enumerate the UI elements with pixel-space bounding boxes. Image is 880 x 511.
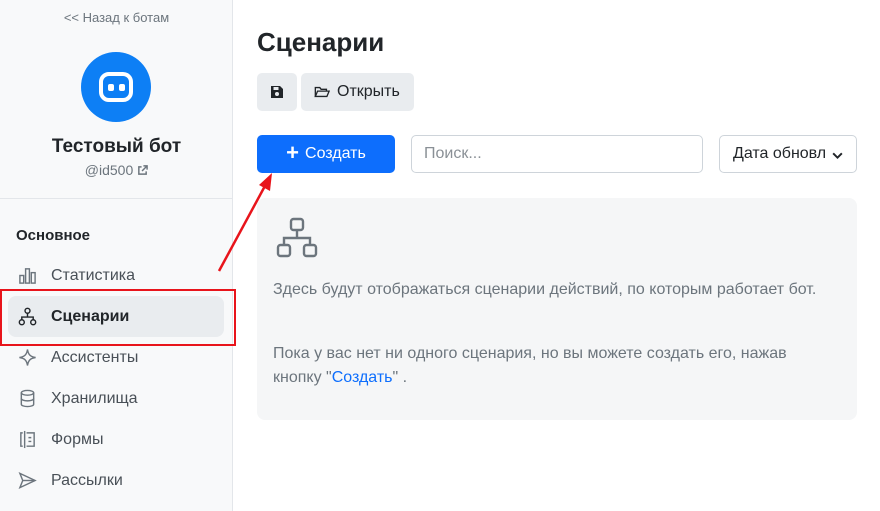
back-to-bots-link[interactable]: << Назад к ботам — [0, 10, 233, 25]
section-title: Основное — [16, 227, 91, 244]
controls-row: + Создать Дата обновления — [257, 135, 857, 173]
sidebar-item-label: Статистика — [51, 266, 136, 284]
send-icon — [17, 471, 37, 491]
plus-icon: + — [286, 140, 300, 165]
bot-id-text: @id500 — [84, 162, 134, 178]
bar-chart-icon — [17, 266, 37, 286]
sparkle-icon — [17, 348, 37, 368]
sidebar-item-label: Хранилища — [51, 389, 138, 407]
external-link-icon — [138, 164, 149, 175]
bot-avatar — [81, 52, 151, 122]
sort-select-value: Дата обновления — [733, 145, 825, 162]
search-input[interactable] — [411, 135, 703, 173]
sidebar: << Назад к ботам Тестовый бот @id500 Осн… — [0, 0, 233, 511]
annotation-highlight-box — [0, 289, 236, 346]
empty-state-hint-end: " . — [392, 369, 408, 386]
create-button[interactable]: + Создать — [257, 135, 395, 173]
bot-name: Тестовый бот — [51, 136, 182, 157]
create-link[interactable]: Создать — [332, 369, 393, 386]
database-icon — [17, 389, 37, 409]
empty-state: Здесь будут отображаться сценарии действ… — [257, 198, 857, 420]
toolbar: Открыть — [257, 73, 414, 111]
page-title: Сценарии — [257, 27, 385, 57]
sidebar-divider — [0, 198, 232, 199]
sidebar-item-mailings[interactable]: Рассылки — [8, 460, 224, 501]
open-button-label: Открыть — [337, 83, 400, 100]
flow-icon — [276, 217, 318, 258]
sidebar-item-label: Ассистенты — [51, 348, 139, 366]
create-button-label: Создать — [305, 145, 366, 162]
save-icon — [271, 86, 283, 98]
folder-open-icon — [314, 86, 330, 98]
save-button[interactable] — [257, 73, 297, 111]
open-button[interactable]: Открыть — [301, 73, 414, 111]
chevron-down-icon — [832, 152, 843, 160]
sort-select[interactable]: Дата обновления — [719, 135, 857, 173]
empty-state-description: Здесь будут отображаться сценарии действ… — [273, 281, 817, 298]
bot-id-link[interactable]: @id500 — [0, 162, 233, 178]
sidebar-item-forms[interactable]: Формы — [8, 419, 224, 460]
sidebar-item-label: Формы — [51, 430, 104, 448]
sidebar-item-storages[interactable]: Хранилища — [8, 378, 224, 419]
form-icon — [17, 430, 37, 450]
app-window: << Назад к ботам Тестовый бот @id500 Осн… — [0, 0, 880, 511]
empty-state-hint: Пока у вас нет ни одного сценария, но вы… — [273, 342, 833, 390]
sidebar-item-label: Рассылки — [51, 471, 123, 489]
bot-face-icon — [99, 72, 133, 102]
